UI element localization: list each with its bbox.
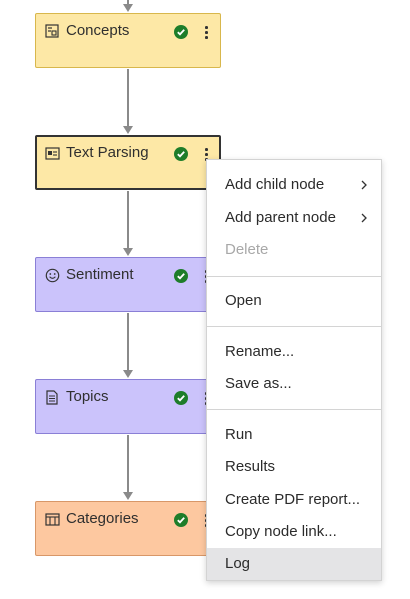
edge-arrow [123, 248, 133, 256]
menu-item-save-as[interactable]: Save as... [207, 368, 381, 400]
node-label: Topics [66, 388, 109, 405]
concepts-icon [45, 24, 59, 38]
menu-item-create-pdf-report[interactable]: Create PDF report... [207, 484, 381, 516]
pipeline-node-text-parsing[interactable]: Text Parsing [35, 135, 221, 190]
node-options-icon[interactable] [200, 23, 212, 41]
menu-item-label: Add parent node [225, 209, 336, 226]
node-context-menu: Add child node Add parent node Delete Op… [206, 159, 382, 581]
node-label: Sentiment [66, 266, 134, 283]
pipeline-node-categories[interactable]: Categories [35, 501, 221, 556]
menu-item-results[interactable]: Results [207, 451, 381, 483]
menu-item-label: Copy node link... [225, 523, 337, 540]
document-icon [46, 390, 58, 405]
edge-arrow [123, 4, 133, 12]
menu-item-copy-node-link[interactable]: Copy node link... [207, 516, 381, 548]
chevron-right-icon [361, 180, 367, 190]
menu-separator [207, 276, 381, 277]
status-complete-icon [174, 391, 188, 405]
pipeline-edge [127, 191, 129, 249]
edge-arrow [123, 492, 133, 500]
status-complete-icon [174, 147, 188, 161]
menu-item-label: Log [225, 555, 251, 572]
menu-item-add-child-node[interactable]: Add child node [207, 169, 381, 201]
smiley-icon [45, 268, 60, 283]
menu-separator [207, 326, 381, 327]
menu-item-label: Delete [225, 241, 269, 258]
pipeline-edge [127, 313, 129, 371]
menu-item-rename[interactable]: Rename... [207, 336, 381, 368]
menu-item-run[interactable]: Run [207, 419, 381, 451]
menu-item-log[interactable]: Log [207, 548, 381, 580]
pipeline-edge [127, 69, 129, 127]
node-label: Text Parsing [66, 144, 149, 161]
chevron-right-icon [361, 213, 367, 223]
menu-item-label: Results [225, 458, 276, 475]
pipeline-node-topics[interactable]: Topics [35, 379, 221, 434]
status-complete-icon [174, 513, 188, 527]
menu-item-delete: Delete [207, 234, 381, 266]
pipeline-node-concepts[interactable]: Concepts [35, 13, 221, 68]
menu-item-label: Open [225, 292, 262, 309]
node-label: Concepts [66, 22, 130, 39]
menu-item-label: Save as... [225, 375, 292, 392]
menu-separator [207, 409, 381, 410]
status-complete-icon [174, 269, 188, 283]
pipeline-node-sentiment[interactable]: Sentiment [35, 257, 221, 312]
status-complete-icon [174, 25, 188, 39]
edge-arrow [123, 370, 133, 378]
menu-item-label: Run [225, 426, 253, 443]
node-label: Categories [66, 510, 139, 527]
menu-item-label: Rename... [225, 343, 295, 360]
text-parsing-icon [45, 147, 60, 160]
edge-arrow [123, 126, 133, 134]
pipeline-edge [127, 435, 129, 493]
menu-item-open[interactable]: Open [207, 285, 381, 317]
menu-item-label: Create PDF report... [225, 491, 361, 508]
menu-item-add-parent-node[interactable]: Add parent node [207, 202, 381, 234]
menu-item-label: Add child node [225, 176, 325, 193]
categories-icon [45, 513, 60, 526]
